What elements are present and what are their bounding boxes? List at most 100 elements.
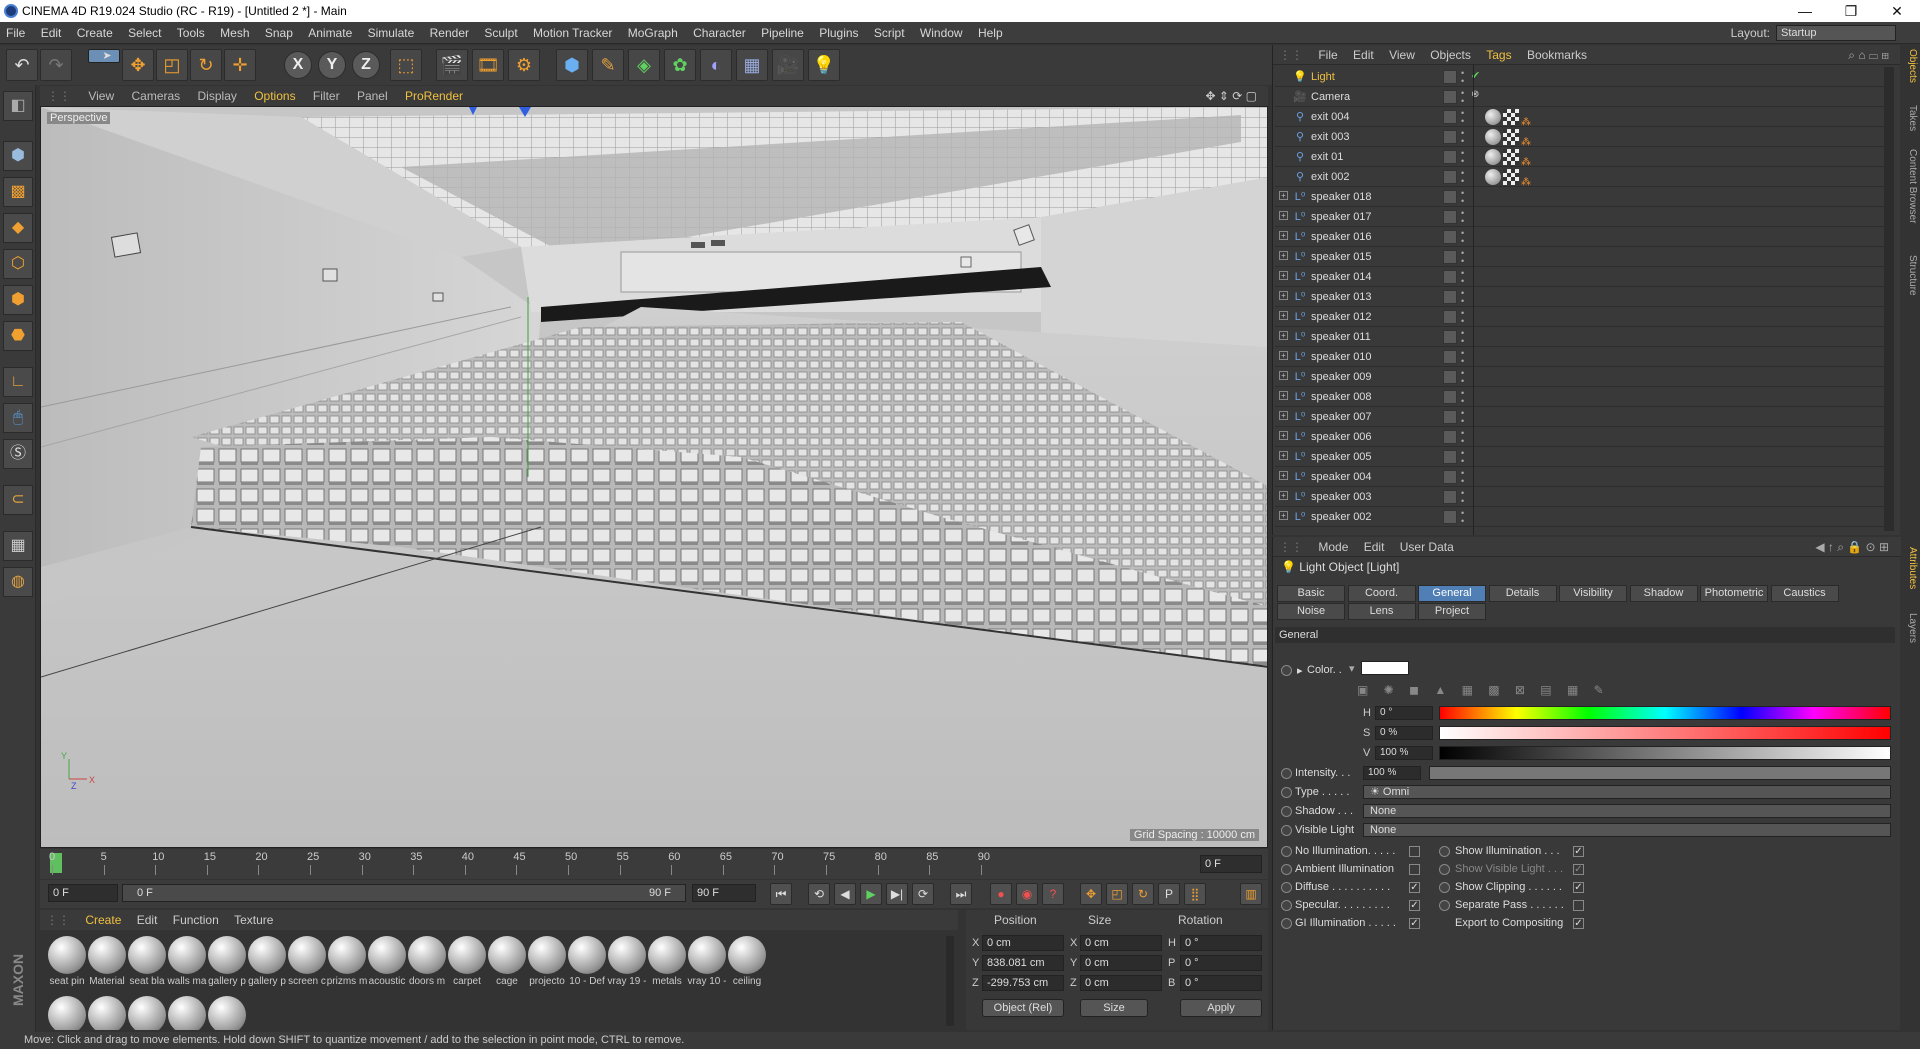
value-field[interactable]: 100 %	[1375, 746, 1433, 760]
layer-visibility-icon[interactable]	[1443, 170, 1457, 184]
polygons-mode-icon[interactable]: ⬣	[3, 321, 33, 351]
close-button[interactable]: ✕	[1874, 0, 1920, 22]
object-name[interactable]: speaker 011	[1311, 327, 1371, 347]
planar-workplane-icon[interactable]: ◍	[3, 567, 33, 597]
move-tool-icon[interactable]: ✥	[122, 49, 154, 81]
light-object-icon[interactable]: 💡	[808, 49, 840, 81]
object-menu-tags[interactable]: Tags	[1480, 45, 1517, 65]
size-x-field[interactable]: 0 cm	[1080, 935, 1162, 951]
visible-light-select[interactable]: None	[1363, 823, 1891, 837]
axis-mode-icon[interactable]: ∟	[3, 367, 33, 397]
check-animate-radio[interactable]	[1281, 864, 1292, 875]
material-menu-texture[interactable]: Texture	[228, 910, 279, 930]
object-row[interactable]: ⚲ exit 004 • • ⁂	[1275, 107, 1885, 128]
visible-light-animate-radio[interactable]	[1281, 825, 1292, 836]
editor-render-visibility-dots[interactable]: • •	[1461, 89, 1467, 106]
record-keys-icon[interactable]: ●	[990, 883, 1012, 905]
layer-visibility-icon[interactable]	[1443, 250, 1457, 264]
model-mode-icon[interactable]: ⬢	[3, 141, 33, 171]
size-z-field[interactable]: 0 cm	[1080, 975, 1162, 991]
object-name[interactable]: speaker 012	[1311, 307, 1372, 327]
minimize-button[interactable]: —	[1782, 0, 1828, 22]
side-tab-attributes[interactable]: Attributes	[1902, 547, 1918, 589]
expand-toggle-icon[interactable]: +	[1279, 511, 1288, 520]
texture-tag-icon[interactable]	[1485, 129, 1501, 145]
render-picture-viewer-icon[interactable]: 🎞	[472, 49, 504, 81]
object-menu-bookmarks[interactable]: Bookmarks	[1521, 45, 1593, 65]
attribute-menu-user-data[interactable]: User Data	[1394, 537, 1460, 557]
check-animate-radio[interactable]	[1281, 918, 1292, 929]
side-tab-takes[interactable]: Takes	[1902, 105, 1918, 131]
check-animate-radio[interactable]	[1439, 864, 1450, 875]
uvw-tag-icon[interactable]	[1503, 109, 1519, 125]
check-animate-radio[interactable]	[1439, 882, 1450, 893]
attribute-checkbox[interactable]: ✓	[1573, 846, 1584, 857]
attr-tab-photometric[interactable]: Photometric	[1700, 585, 1768, 602]
texture-mode-icon[interactable]: ▩	[3, 177, 33, 207]
editor-render-visibility-dots[interactable]: • •	[1461, 229, 1467, 246]
editor-render-visibility-dots[interactable]: • •	[1461, 429, 1467, 446]
menu-pipeline[interactable]: Pipeline	[755, 22, 810, 44]
layer-visibility-icon[interactable]	[1443, 270, 1457, 284]
object-menu-view[interactable]: View	[1383, 45, 1421, 65]
object-name[interactable]: speaker 017	[1311, 207, 1372, 227]
attribute-checkbox[interactable]	[1409, 846, 1420, 857]
layer-visibility-icon[interactable]	[1443, 290, 1457, 304]
viewport-menu-cameras[interactable]: Cameras	[124, 86, 187, 106]
key-parameter-icon[interactable]: P	[1158, 883, 1180, 905]
color-dropdown-icon[interactable]: ▾	[1349, 662, 1355, 675]
cloner-icon[interactable]: ✿	[664, 49, 696, 81]
object-row[interactable]: + L⁰ speaker 010 • •	[1275, 347, 1885, 367]
object-name[interactable]: speaker 007	[1311, 407, 1372, 427]
position-y-field[interactable]: 838.081 cm	[982, 955, 1064, 971]
object-name[interactable]: speaker 015	[1311, 247, 1372, 267]
attr-tab-noise[interactable]: Noise	[1277, 603, 1345, 620]
attribute-checkbox[interactable]: ✓	[1573, 918, 1584, 929]
expand-toggle-icon[interactable]: +	[1279, 471, 1288, 480]
menu-mesh[interactable]: Mesh	[214, 22, 255, 44]
layout-select[interactable]: Startup	[1776, 25, 1896, 41]
intensity-animate-radio[interactable]	[1281, 768, 1292, 779]
object-row[interactable]: ⚲ exit 01 • • ⁂	[1275, 147, 1885, 168]
preview-range-slider[interactable]: 0 F 90 F	[122, 884, 686, 902]
object-name[interactable]: speaker 010	[1311, 347, 1372, 367]
expand-toggle-icon[interactable]: +	[1279, 191, 1288, 200]
prev-key-icon[interactable]: ⟲	[808, 883, 830, 905]
menu-motion-tracker[interactable]: Motion Tracker	[527, 22, 618, 44]
viewport-menu-prorender[interactable]: ProRender	[398, 86, 470, 106]
undo-icon[interactable]: ↶	[6, 49, 38, 81]
expand-toggle-icon[interactable]: +	[1279, 211, 1288, 220]
uvw-tag-icon[interactable]	[1503, 169, 1519, 185]
editor-render-visibility-dots[interactable]: • •	[1461, 369, 1467, 386]
workplane-mode-icon[interactable]: ◆	[3, 213, 33, 243]
viewport-menu-display[interactable]: Display	[191, 86, 244, 106]
z-axis-lock-icon[interactable]: Z	[352, 51, 380, 79]
viewport-menu-filter[interactable]: Filter	[306, 86, 347, 106]
expand-toggle-icon[interactable]: +	[1279, 411, 1288, 420]
object-row[interactable]: + L⁰ speaker 014 • •	[1275, 267, 1885, 287]
layer-visibility-icon[interactable]	[1443, 130, 1457, 144]
material-swatch[interactable]: ceiling	[724, 934, 770, 988]
menu-create[interactable]: Create	[71, 22, 119, 44]
expand-toggle-icon[interactable]: +	[1279, 271, 1288, 280]
layer-visibility-icon[interactable]	[1443, 110, 1457, 124]
side-tab-structure[interactable]: Structure	[1902, 255, 1918, 296]
material-scrollbar[interactable]	[946, 936, 954, 1026]
workplane-lock-icon[interactable]: ▦	[3, 531, 33, 561]
material-swatch[interactable]	[204, 994, 250, 1030]
pen-spline-icon[interactable]: ✎	[592, 49, 624, 81]
editor-render-visibility-dots[interactable]: • •	[1461, 469, 1467, 486]
shadow-select[interactable]: None	[1363, 804, 1891, 818]
object-row[interactable]: ⚲ exit 002 • • ⁂	[1275, 167, 1885, 188]
make-editable-icon[interactable]: ◧	[3, 91, 33, 121]
attribute-checkbox[interactable]: ✓	[1409, 918, 1420, 929]
tweak-mode-icon[interactable]: 🖱	[3, 403, 33, 433]
editor-render-visibility-dots[interactable]: • •	[1461, 489, 1467, 506]
layer-visibility-icon[interactable]	[1443, 350, 1457, 364]
texture-tag-icon[interactable]	[1485, 169, 1501, 185]
timeline-ruler[interactable]: 0 5 10 15 20 25 30 35 40 45 50 55 60 65 70 75 80 85 90 0 F	[40, 849, 1268, 879]
points-mode-icon[interactable]: ⬡	[3, 249, 33, 279]
menu-edit[interactable]: Edit	[35, 22, 68, 44]
layer-visibility-icon[interactable]	[1443, 330, 1457, 344]
floor-scene-icon[interactable]: ▦	[736, 49, 768, 81]
